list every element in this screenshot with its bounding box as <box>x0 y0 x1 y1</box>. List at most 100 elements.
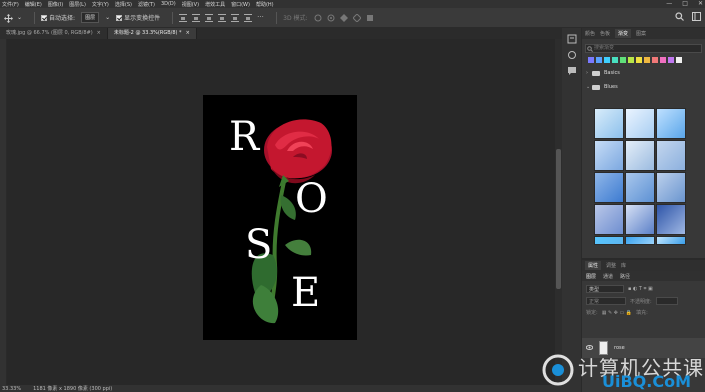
close-icon[interactable]: × <box>97 30 101 36</box>
show-transform-checkbox[interactable] <box>116 14 123 21</box>
menu-plugins[interactable]: 增效工具 <box>205 1 225 8</box>
tab-layers[interactable]: 图层 <box>586 273 596 280</box>
align-left-icon[interactable] <box>218 13 227 22</box>
tab-label: 未标题-2 @ 33.3%(RGB/8) * <box>113 30 182 36</box>
tab-gradients[interactable]: 渐变 <box>615 29 632 38</box>
layer-filter-row: 类型 ▪ ◐ T ⌗ ▣ <box>586 285 705 293</box>
comments-icon[interactable] <box>567 66 577 76</box>
menu-filter[interactable]: 滤镜(T) <box>138 1 155 8</box>
tab-untitled-2[interactable]: 未标题-2 @ 33.3%(RGB/8) * × <box>107 28 197 39</box>
3d-scale-icon[interactable] <box>366 14 374 22</box>
layer-kind-dropdown[interactable]: 类型 <box>586 285 624 293</box>
options-right-icons <box>675 12 701 21</box>
document-canvas[interactable]: R O S E <box>203 95 357 340</box>
gradient-swatch[interactable] <box>596 57 602 63</box>
align-right-icon[interactable] <box>244 13 253 22</box>
divider <box>276 11 278 24</box>
menu-select[interactable]: 选择(S) <box>115 1 132 8</box>
vertical-scrollbar[interactable] <box>555 39 562 385</box>
gradient-swatch[interactable] <box>676 57 682 63</box>
gradient-preset[interactable] <box>594 204 624 235</box>
menu-layer[interactable]: 图层(L) <box>69 1 86 8</box>
blend-mode-dropdown[interactable]: 正常 <box>586 297 626 305</box>
align-hcenter-icon[interactable] <box>231 13 240 22</box>
properties-icon[interactable] <box>567 50 577 60</box>
gradient-preset[interactable] <box>625 140 655 171</box>
zoom-level[interactable]: 33.33% <box>2 386 21 392</box>
tab-paths[interactable]: 路径 <box>620 273 630 280</box>
align-top-icon[interactable] <box>179 13 188 22</box>
folder-blues[interactable]: ⌄ Blues <box>586 83 705 91</box>
gradient-preset[interactable] <box>625 172 655 203</box>
menu-help[interactable]: 帮助(H) <box>256 1 274 8</box>
close-icon[interactable]: × <box>186 30 190 36</box>
gradient-preset[interactable] <box>656 172 686 203</box>
3d-slide-icon[interactable] <box>351 12 362 23</box>
document-info: 1181 像素 x 1890 像素 (300 ppi) <box>33 386 113 392</box>
gradient-preset[interactable] <box>656 140 686 171</box>
auto-select-checkbox[interactable] <box>41 14 48 21</box>
search-icon[interactable] <box>675 12 684 21</box>
menu-window[interactable]: 窗口(W) <box>231 1 250 8</box>
folder-basics[interactable]: › Basics <box>586 69 705 77</box>
history-icon[interactable] <box>567 34 577 44</box>
toolbox[interactable] <box>0 39 7 392</box>
gradient-preset[interactable] <box>625 236 655 245</box>
status-bar: 33.33% 1181 像素 x 1890 像素 (300 ppi) <box>0 385 562 392</box>
menu-image[interactable]: 图像(I) <box>48 1 63 8</box>
tool-preset-chevron-icon[interactable]: ⌄ <box>17 14 22 21</box>
gradient-swatch[interactable] <box>668 57 674 63</box>
align-vcenter-icon[interactable] <box>192 13 201 22</box>
close-button[interactable]: ✕ <box>698 0 703 7</box>
gradient-preset[interactable] <box>656 108 686 139</box>
menu-3d[interactable]: 3D(D) <box>161 1 176 7</box>
gradient-swatch[interactable] <box>652 57 658 63</box>
tab-adjustments[interactable]: 调整 <box>606 262 616 269</box>
lock-icons[interactable]: ▦ ✎ ✥ ▭ 🔒 <box>602 310 632 316</box>
tab-properties[interactable]: 属性 <box>585 261 602 270</box>
tab-rose-jpg[interactable]: 玫瑰.jpg @ 66.7% (图层 0, RGB/8#) × <box>0 28 108 39</box>
gradient-preset[interactable] <box>594 172 624 203</box>
gradient-swatch[interactable] <box>588 57 594 63</box>
gradient-preset[interactable] <box>625 204 655 235</box>
move-tool-icon[interactable] <box>4 13 13 23</box>
menu-file[interactable]: 文件(F) <box>2 1 19 8</box>
gradient-swatch[interactable] <box>612 57 618 63</box>
tab-swatches[interactable]: 色板 <box>600 30 610 37</box>
gradient-swatch[interactable] <box>628 57 634 63</box>
gradient-preset[interactable] <box>594 236 624 245</box>
3d-pan-icon[interactable] <box>339 13 348 22</box>
gradient-preset[interactable] <box>656 236 686 245</box>
auto-select-dropdown[interactable]: 图层 <box>81 12 100 23</box>
gradient-swatch[interactable] <box>660 57 666 63</box>
letter-s: S <box>245 222 273 268</box>
tab-channels[interactable]: 通道 <box>603 273 613 280</box>
menu-type[interactable]: 文字(Y) <box>92 1 109 8</box>
filter-icons[interactable]: ▪ ◐ T ⌗ ▣ <box>628 286 653 292</box>
opacity-input[interactable] <box>655 297 678 305</box>
minimize-button[interactable]: — <box>666 0 672 7</box>
tab-patterns[interactable]: 图案 <box>636 30 646 37</box>
align-bottom-icon[interactable] <box>205 13 214 22</box>
menu-view[interactable]: 视图(V) <box>182 1 199 8</box>
show-transform-group: 显示变换控件 <box>116 13 160 22</box>
more-options-icon[interactable]: ··· <box>257 13 265 22</box>
scroll-thumb[interactable] <box>556 149 561 289</box>
gradient-preset[interactable] <box>625 108 655 139</box>
gradient-swatch[interactable] <box>620 57 626 63</box>
maximize-button[interactable]: □ <box>682 0 688 7</box>
gradient-preset[interactable] <box>594 140 624 171</box>
tab-libraries[interactable]: 库 <box>621 262 626 269</box>
gradient-swatch[interactable] <box>636 57 642 63</box>
auto-select-chevron-icon[interactable]: ⌄ <box>105 14 110 21</box>
gradient-preset[interactable] <box>594 108 624 139</box>
3d-rotate-icon[interactable] <box>314 14 322 22</box>
gradient-search-input[interactable]: 搜索渐变 <box>585 44 702 53</box>
workspace-icon[interactable] <box>692 12 701 21</box>
gradient-preset[interactable] <box>656 204 686 235</box>
3d-roll-icon[interactable] <box>327 14 335 22</box>
menu-edit[interactable]: 编辑(E) <box>25 1 42 8</box>
gradient-swatch[interactable] <box>644 57 650 63</box>
gradient-swatch[interactable] <box>604 57 610 63</box>
tab-color[interactable]: 颜色 <box>585 30 595 37</box>
